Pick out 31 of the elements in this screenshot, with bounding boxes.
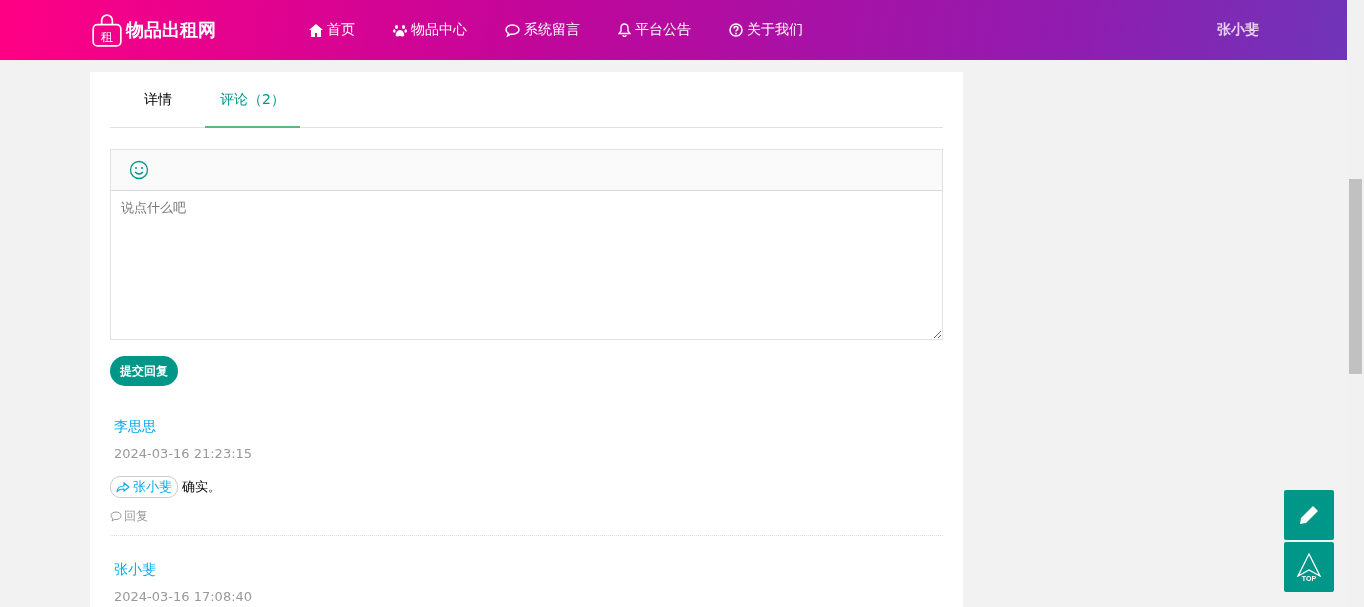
comment-author[interactable]: 张小斐 (114, 561, 943, 579)
comment-text: 确实。 (182, 478, 221, 496)
pencil-icon (1298, 504, 1320, 526)
nav-link[interactable]: 系统留言 (505, 21, 580, 39)
speech-bubble-icon (110, 511, 122, 522)
emoji-icon[interactable] (129, 160, 149, 180)
edit-button[interactable] (1284, 490, 1334, 540)
logo-badge-text: 租 (101, 29, 113, 44)
user-name[interactable]: 张小斐 (1217, 21, 1259, 39)
comment-editor[interactable]: 说点什么吧 (110, 149, 943, 340)
reply-to-tag[interactable]: 张小斐 (110, 476, 178, 498)
share-arrow-icon (116, 481, 130, 493)
nav-link[interactable]: 物品中心 (393, 21, 467, 39)
reply-link[interactable]: 回复 (110, 508, 943, 525)
speech-bubble-icon (505, 23, 520, 37)
comment-time: 2024-03-16 17:08:40 (114, 589, 254, 604)
question-icon (729, 23, 743, 37)
comment-time: 2024-03-16 21:23:15 (114, 446, 254, 461)
paw-icon (393, 23, 407, 37)
nav-link[interactable]: 首页 (309, 21, 355, 39)
nav-link[interactable]: 关于我们 (729, 21, 803, 39)
site-name[interactable]: 物品出租网 (126, 18, 216, 42)
comment-author[interactable]: 李思思 (114, 418, 943, 436)
tab[interactable]: 详情 (110, 72, 205, 128)
shopping-bag-icon (92, 13, 122, 47)
tab[interactable]: 评论（2） (205, 72, 300, 128)
submit-reply-button[interactable]: 提交回复 (110, 356, 178, 386)
home-icon (309, 23, 323, 37)
nav-link[interactable]: 平台公告 (618, 21, 691, 39)
bell-icon (618, 23, 631, 37)
navigation-arrow-icon (1296, 552, 1322, 577)
